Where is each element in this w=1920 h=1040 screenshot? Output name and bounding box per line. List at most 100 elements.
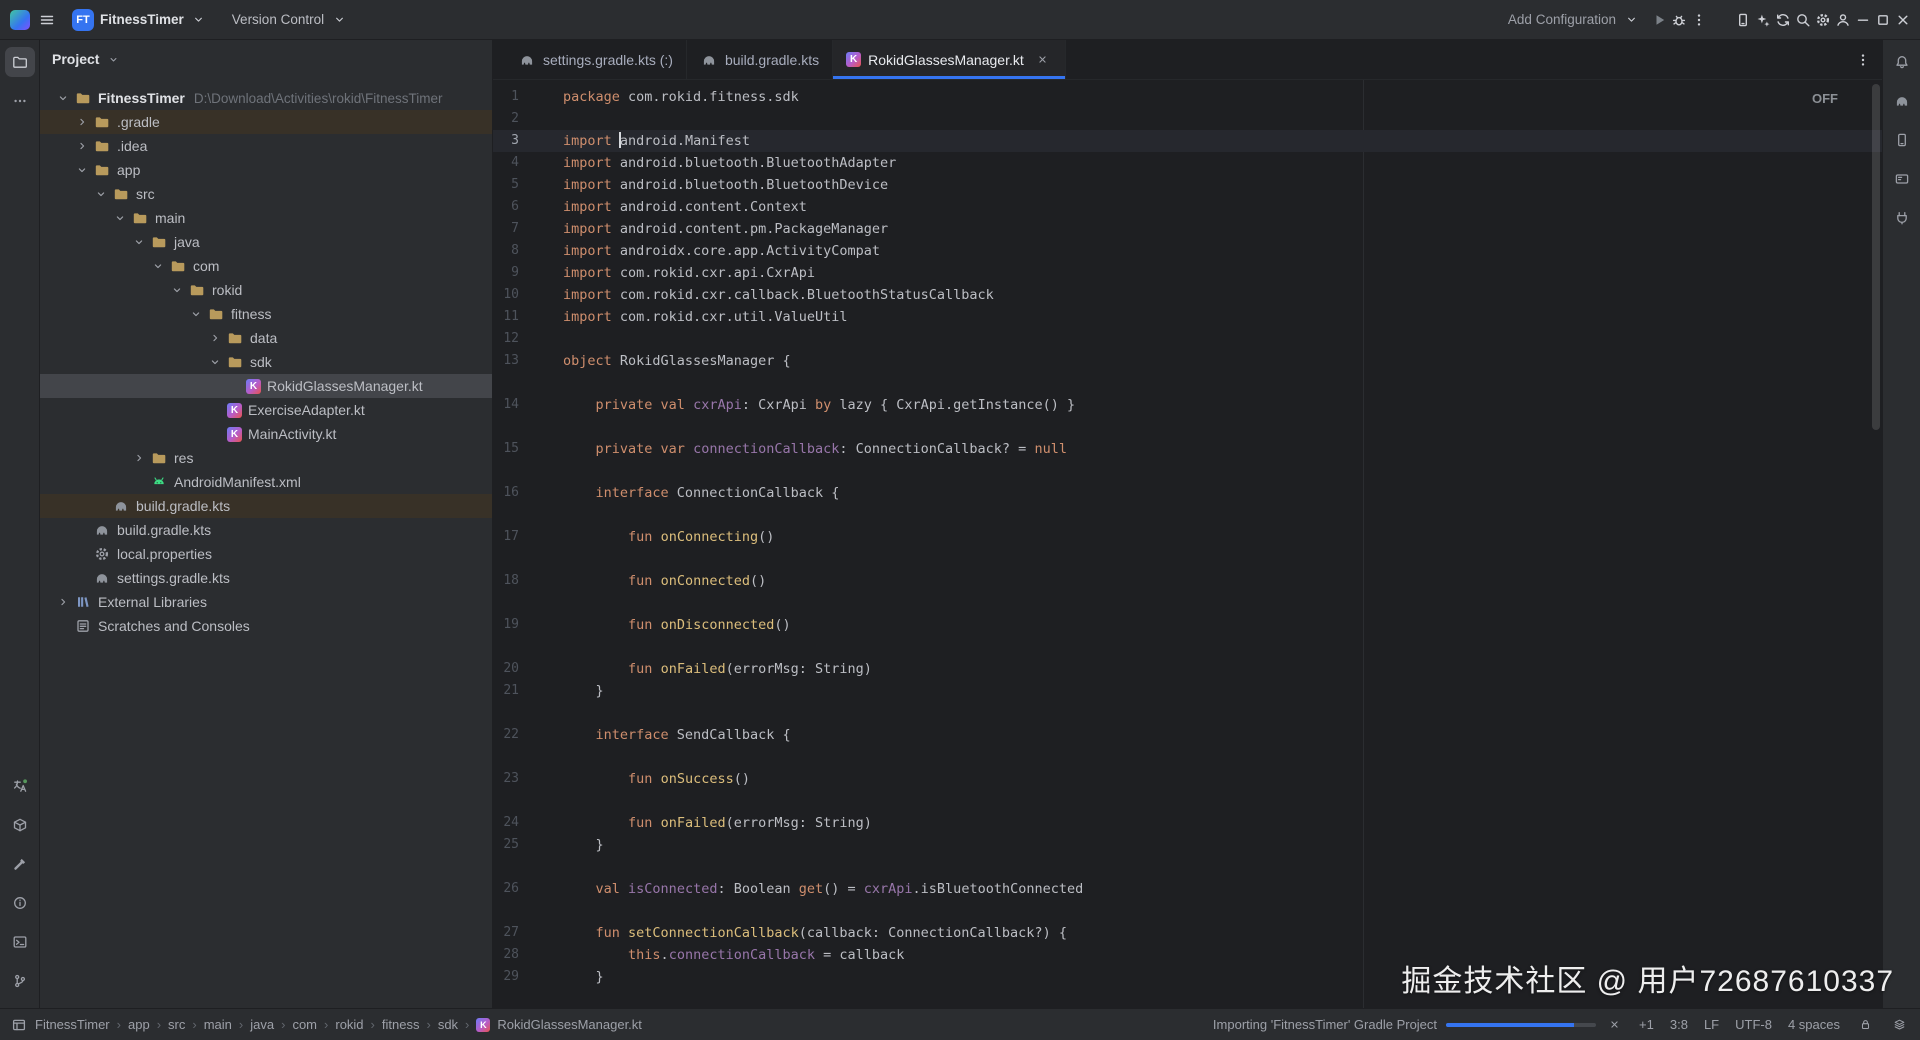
ai-assistant-icon[interactable] — [1754, 11, 1772, 29]
code-line-9[interactable]: 9import com.rokid.cxr.api.CxrApi — [493, 262, 1882, 284]
code-line-14[interactable]: 14 private val cxrApi: CxrApi by lazy { … — [493, 394, 1882, 416]
code-line-26[interactable]: 26 val isConnected: Boolean get() = cxrA… — [493, 878, 1882, 900]
code-line-12[interactable]: 12 — [493, 328, 1882, 350]
line-number[interactable]: 9 — [493, 262, 519, 284]
tree-item-res[interactable]: res — [40, 446, 492, 470]
code-line-2[interactable]: 2 — [493, 108, 1882, 130]
breadcrumb-item-rokidglassesmanager-kt[interactable]: RokidGlassesManager.kt — [497, 1017, 642, 1032]
tree-item-java[interactable]: java — [40, 230, 492, 254]
line-number[interactable]: 18 — [493, 570, 519, 592]
breadcrumb-item-com[interactable]: com — [292, 1017, 317, 1032]
line-number[interactable]: 15 — [493, 438, 519, 460]
line-number[interactable]: 27 — [493, 922, 519, 944]
line-number[interactable]: 12 — [493, 328, 519, 350]
tree-item-gradle[interactable]: .gradle — [40, 110, 492, 134]
chevron-right-icon[interactable] — [130, 449, 148, 467]
code-editor[interactable]: 1package com.rokid.fitness.sdk23import a… — [493, 80, 1882, 1008]
code-line-blank[interactable] — [493, 702, 1882, 724]
chevron-down-icon[interactable] — [149, 257, 167, 275]
breadcrumb-item-src[interactable]: src — [168, 1017, 185, 1032]
chevron-down-icon[interactable] — [73, 161, 91, 179]
code-line-13[interactable]: 13object RokidGlassesManager { — [493, 350, 1882, 372]
running-devices-button[interactable] — [1887, 164, 1917, 194]
code-line-19[interactable]: 19 fun onDisconnected() — [493, 614, 1882, 636]
tree-item-exerciseadapter-kt[interactable]: KExerciseAdapter.kt — [40, 398, 492, 422]
line-separator-widget[interactable]: LF — [1704, 1017, 1719, 1032]
breadcrumb-item-fitness[interactable]: fitness — [382, 1017, 420, 1032]
line-number[interactable]: 20 — [493, 658, 519, 680]
line-number[interactable]: 10 — [493, 284, 519, 306]
chevron-down-icon[interactable] — [206, 353, 224, 371]
code-line-5[interactable]: 5import android.bluetooth.BluetoothDevic… — [493, 174, 1882, 196]
code-line-17[interactable]: 17 fun onConnecting() — [493, 526, 1882, 548]
code-line-4[interactable]: 4import android.bluetooth.BluetoothAdapt… — [493, 152, 1882, 174]
line-number[interactable]: 13 — [493, 350, 519, 372]
line-number[interactable]: 17 — [493, 526, 519, 548]
cancel-progress-icon[interactable] — [1605, 1016, 1623, 1034]
line-number[interactable]: 3 — [493, 130, 519, 152]
code-line-15[interactable]: 15 private var connectionCallback: Conne… — [493, 438, 1882, 460]
editor-scrollbar[interactable] — [1872, 84, 1880, 430]
line-number[interactable]: 21 — [493, 680, 519, 702]
translation-tool-button[interactable] — [5, 771, 35, 801]
run-button[interactable] — [1650, 11, 1668, 29]
code-line-blank[interactable] — [493, 372, 1882, 394]
line-number[interactable]: 4 — [493, 152, 519, 174]
tree-item-rokidglassesmanager-kt[interactable]: KRokidGlassesManager.kt — [40, 374, 492, 398]
code-line-blank[interactable] — [493, 548, 1882, 570]
more-actions-icon[interactable] — [1690, 11, 1708, 29]
extra-tasks-badge[interactable]: +1 — [1639, 1017, 1654, 1032]
caret-position-widget[interactable]: 3:8 — [1670, 1017, 1688, 1032]
tree-item-build-gradle-kts[interactable]: build.gradle.kts — [40, 518, 492, 542]
tree-item-external-libraries[interactable]: External Libraries — [40, 590, 492, 614]
tree-item-com[interactable]: com — [40, 254, 492, 278]
code-line-8[interactable]: 8import androidx.core.app.ActivityCompat — [493, 240, 1882, 262]
code-line-18[interactable]: 18 fun onConnected() — [493, 570, 1882, 592]
breadcrumb-item-main[interactable]: main — [204, 1017, 232, 1032]
vcs-widget[interactable]: Version Control — [224, 6, 356, 34]
breadcrumb-item-app[interactable]: app — [128, 1017, 150, 1032]
code-line-blank[interactable] — [493, 504, 1882, 526]
device-manager-button[interactable] — [1887, 125, 1917, 155]
tree-item-scratches-and-consoles[interactable]: Scratches and Consoles — [40, 614, 492, 638]
ide-logo-icon[interactable] — [10, 10, 30, 30]
tree-item-idea[interactable]: .idea — [40, 134, 492, 158]
line-number[interactable]: 11 — [493, 306, 519, 328]
chevron-down-icon[interactable] — [130, 233, 148, 251]
code-line-6[interactable]: 6import android.content.Context — [493, 196, 1882, 218]
line-number[interactable]: 29 — [493, 966, 519, 988]
project-panel-header[interactable]: Project — [40, 40, 492, 78]
tab-build-gradle-kts[interactable]: build.gradle.kts — [687, 40, 833, 79]
services-tool-button[interactable] — [5, 810, 35, 840]
code-line-16[interactable]: 16 interface ConnectionCallback { — [493, 482, 1882, 504]
breadcrumb-item-java[interactable]: java — [250, 1017, 274, 1032]
device-explorer-button[interactable] — [1887, 203, 1917, 233]
settings-icon[interactable] — [1814, 11, 1832, 29]
code-line-22[interactable]: 22 interface SendCallback { — [493, 724, 1882, 746]
chevron-right-icon[interactable] — [206, 329, 224, 347]
tree-item-fitness[interactable]: fitness — [40, 302, 492, 326]
gradle-tool-button[interactable] — [1887, 86, 1917, 116]
tree-item-sdk[interactable]: sdk — [40, 350, 492, 374]
breadcrumb-item-rokid[interactable]: rokid — [335, 1017, 363, 1032]
code-line-blank[interactable] — [493, 592, 1882, 614]
tree-item-main[interactable]: main — [40, 206, 492, 230]
line-number[interactable]: 6 — [493, 196, 519, 218]
code-line-21[interactable]: 21 } — [493, 680, 1882, 702]
line-number[interactable]: 2 — [493, 108, 519, 130]
project-tool-button[interactable] — [5, 47, 35, 77]
version-control-tool-button[interactable] — [5, 966, 35, 996]
line-number[interactable]: 25 — [493, 834, 519, 856]
readonly-lock-icon[interactable] — [1856, 1016, 1874, 1034]
breadcrumb-item-sdk[interactable]: sdk — [438, 1017, 458, 1032]
line-number[interactable]: 24 — [493, 812, 519, 834]
code-line-blank[interactable] — [493, 856, 1882, 878]
line-number[interactable]: 19 — [493, 614, 519, 636]
problems-tool-button[interactable] — [5, 888, 35, 918]
tab-close-icon[interactable] — [1034, 51, 1052, 69]
tree-item-src[interactable]: src — [40, 182, 492, 206]
line-number[interactable]: 22 — [493, 724, 519, 746]
encoding-widget[interactable]: UTF-8 — [1735, 1017, 1772, 1032]
tree-item-mainactivity-kt[interactable]: KMainActivity.kt — [40, 422, 492, 446]
breadcrumb-item-fitnesstimer[interactable]: FitnessTimer — [35, 1017, 110, 1032]
